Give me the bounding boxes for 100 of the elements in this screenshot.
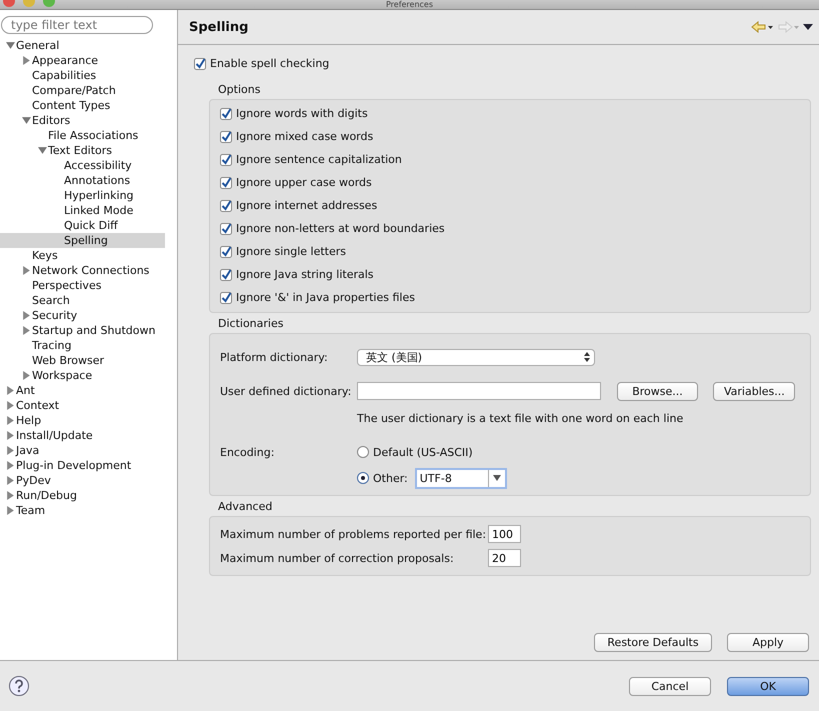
- option-checkbox[interactable]: Ignore non-letters at word boundaries: [220, 217, 800, 240]
- encoding-radio[interactable]: Other:: [357, 472, 408, 484]
- field-label: Maximum number of correction proposals:: [220, 552, 455, 564]
- tree-item[interactable]: Keys: [0, 248, 165, 263]
- tree-item[interactable]: Web Browser: [0, 353, 165, 368]
- expand-triangle-icon[interactable]: [6, 416, 15, 425]
- tree-item[interactable]: Compare/Patch: [0, 83, 165, 98]
- tree-item[interactable]: File Associations: [0, 128, 165, 143]
- option-checkbox[interactable]: Ignore words with digits: [220, 102, 800, 125]
- tree-item[interactable]: Spelling: [0, 233, 165, 248]
- user-dictionary-field[interactable]: [357, 382, 601, 400]
- tree-item[interactable]: Capabilities: [0, 68, 165, 83]
- expand-triangle-icon[interactable]: [6, 431, 15, 440]
- radio-icon[interactable]: [357, 446, 369, 458]
- option-checkbox[interactable]: Ignore sentence capitalization: [220, 148, 800, 171]
- tree-item[interactable]: Run/Debug: [0, 488, 165, 503]
- platform-dictionary-dropdown[interactable]: 英文 (美国): [357, 348, 595, 366]
- expand-triangle-icon[interactable]: [22, 311, 31, 320]
- tree-item[interactable]: Tracing: [0, 338, 165, 353]
- tree-item[interactable]: Plug-in Development: [0, 458, 165, 473]
- option-checkbox[interactable]: Ignore Java string literals: [220, 263, 800, 286]
- option-checkbox[interactable]: Ignore mixed case words: [220, 125, 800, 148]
- checkbox-icon[interactable]: [220, 268, 232, 280]
- tree-item[interactable]: PyDev: [0, 473, 165, 488]
- tree-item[interactable]: Help: [0, 413, 165, 428]
- tree-item[interactable]: Startup and Shutdown: [0, 323, 165, 338]
- tree-item[interactable]: Install/Update: [0, 428, 165, 443]
- back-arrow-icon[interactable]: [751, 21, 773, 33]
- field-label: Encoding:: [220, 445, 276, 461]
- checkbox-icon[interactable]: [220, 108, 232, 120]
- field-label: Platform dictionary:: [220, 350, 329, 364]
- browse-button[interactable]: Browse...: [617, 382, 698, 400]
- radio-icon[interactable]: [357, 472, 369, 484]
- option-checkbox[interactable]: Ignore single letters: [220, 240, 800, 263]
- menu-icon[interactable]: [803, 23, 813, 31]
- tree-item[interactable]: Team: [0, 503, 165, 518]
- tree-item[interactable]: Perspectives: [0, 278, 165, 293]
- number-field[interactable]: 100: [488, 525, 521, 543]
- expand-triangle-icon[interactable]: [6, 446, 15, 455]
- expand-triangle-icon[interactable]: [22, 56, 31, 65]
- expand-triangle-icon[interactable]: [22, 266, 31, 275]
- expand-triangle-icon[interactable]: [6, 461, 15, 470]
- tree-item[interactable]: Editors: [0, 113, 165, 128]
- tree-item[interactable]: Appearance: [0, 53, 165, 68]
- tree-item[interactable]: Quick Diff: [0, 218, 165, 233]
- tree-item[interactable]: Content Types: [0, 98, 165, 113]
- apply-button[interactable]: Apply: [727, 633, 809, 652]
- field-label: User defined dictionary:: [220, 384, 352, 398]
- checkbox-icon[interactable]: [194, 58, 206, 70]
- checkbox-icon[interactable]: [220, 222, 232, 234]
- expand-triangle-icon[interactable]: [6, 386, 15, 395]
- tree-item[interactable]: Workspace: [0, 368, 165, 383]
- expand-triangle-icon[interactable]: [6, 401, 15, 410]
- checkbox-icon[interactable]: [220, 200, 232, 212]
- expand-triangle-icon[interactable]: [6, 491, 15, 500]
- checkbox-icon[interactable]: [220, 130, 232, 142]
- page-title: Spelling: [189, 20, 248, 34]
- expand-triangle-icon[interactable]: [6, 506, 15, 515]
- tree-item[interactable]: Context: [0, 398, 165, 413]
- checkbox-icon[interactable]: [220, 154, 232, 166]
- help-icon[interactable]: [8, 675, 30, 697]
- tree-item[interactable]: Hyperlinking: [0, 188, 165, 203]
- variables-button[interactable]: Variables...: [713, 382, 795, 400]
- filter-field[interactable]: type filter text: [1, 16, 153, 34]
- tree-item[interactable]: Java: [0, 443, 165, 458]
- collapse-triangle-icon[interactable]: [22, 116, 31, 125]
- group-title: Dictionaries: [218, 317, 284, 330]
- tree-item[interactable]: Network Connections: [0, 263, 165, 278]
- expand-triangle-icon[interactable]: [6, 476, 15, 485]
- updown-icon: [584, 352, 590, 362]
- group-title: Options: [218, 83, 262, 96]
- tree-item[interactable]: Ant: [0, 383, 165, 398]
- ok-button[interactable]: OK: [727, 676, 809, 696]
- expand-triangle-icon[interactable]: [22, 371, 31, 380]
- cancel-button[interactable]: Cancel: [629, 676, 711, 696]
- tree-item[interactable]: Accessibility: [0, 158, 165, 173]
- collapse-triangle-icon[interactable]: [6, 41, 15, 50]
- tree-item[interactable]: Linked Mode: [0, 203, 165, 218]
- tree-item[interactable]: Search: [0, 293, 165, 308]
- tree-item[interactable]: General: [0, 38, 165, 53]
- hint-text: The user dictionary is a text file with one word on each line: [357, 412, 684, 425]
- window-title: Preferences: [386, 0, 434, 9]
- restore-defaults-button[interactable]: Restore Defaults: [594, 633, 712, 652]
- caret-icon: [492, 475, 501, 481]
- number-field[interactable]: 20: [488, 549, 521, 567]
- tree-item[interactable]: Security: [0, 308, 165, 323]
- collapse-triangle-icon[interactable]: [38, 146, 47, 155]
- encoding-combo[interactable]: UTF-8: [414, 468, 507, 488]
- tree-item[interactable]: Annotations: [0, 173, 165, 188]
- option-checkbox[interactable]: Ignore upper case words: [220, 171, 800, 194]
- encoding-radio[interactable]: Default (US-ASCII): [357, 446, 473, 458]
- field-label: Maximum number of problems reported per file:: [220, 528, 488, 540]
- expand-triangle-icon[interactable]: [22, 326, 31, 335]
- checkbox-icon[interactable]: [220, 246, 232, 258]
- checkbox-icon[interactable]: [220, 176, 232, 188]
- tree-item[interactable]: Text Editors: [0, 143, 165, 158]
- option-checkbox[interactable]: Ignore internet addresses: [220, 194, 800, 217]
- enable-spell-checking-checkbox[interactable]: Enable spell checking: [194, 52, 811, 75]
- option-checkbox[interactable]: Ignore '&' in Java properties files: [220, 286, 800, 309]
- checkbox-icon[interactable]: [220, 292, 232, 304]
